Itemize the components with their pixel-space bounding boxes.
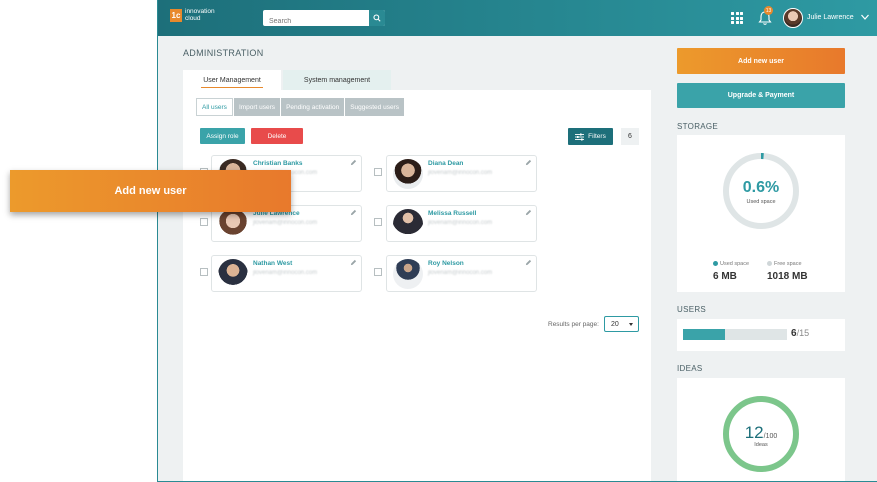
used-space-label: Used space bbox=[720, 261, 750, 267]
tab-system-management[interactable]: System management bbox=[283, 70, 391, 90]
user-card[interactable]: Nathan West jlovenam@innocon.com bbox=[211, 255, 362, 292]
subtab-suggested-users[interactable]: Suggested users bbox=[345, 98, 404, 116]
user-email: jlovenam@innocon.com bbox=[428, 220, 493, 226]
user-avatar[interactable] bbox=[783, 8, 803, 28]
main-tabs: User Management System management bbox=[183, 70, 391, 90]
current-user-name[interactable]: Julie Lawrence bbox=[807, 14, 854, 21]
search-input[interactable] bbox=[263, 13, 367, 30]
pencil-icon[interactable] bbox=[350, 159, 357, 166]
pencil-icon[interactable] bbox=[525, 209, 532, 216]
user-checkbox[interactable] bbox=[374, 168, 382, 176]
ideas-current: 12 bbox=[744, 423, 764, 442]
search-icon bbox=[373, 14, 381, 22]
ideas-total: /100 bbox=[763, 433, 778, 440]
storage-card: 0.6% Used space Used space 6 MB Free spa… bbox=[677, 135, 845, 292]
user-avatar bbox=[218, 259, 248, 289]
ideas-count: 12/100 bbox=[721, 423, 801, 443]
delete-button[interactable]: Delete bbox=[251, 128, 303, 144]
user-name[interactable]: Melissa Russell bbox=[428, 210, 476, 217]
results-per-page-select[interactable]: 20 bbox=[604, 316, 639, 332]
results-per-page-label: Results per page: bbox=[548, 321, 599, 328]
logo-text: innovation cloud bbox=[185, 8, 215, 22]
user-avatar bbox=[218, 209, 248, 239]
users-count: 6/15 bbox=[791, 328, 809, 339]
user-filter-tabs: All users Import users Pending activatio… bbox=[196, 98, 405, 116]
app-logo[interactable]: 1c innovation cloud bbox=[170, 8, 215, 22]
user-checkbox[interactable] bbox=[200, 268, 208, 276]
user-avatar bbox=[393, 159, 423, 189]
results-per-page-value: 20 bbox=[611, 320, 619, 328]
storage-heading: STORAGE bbox=[677, 122, 719, 131]
logo-mark: 1c bbox=[170, 9, 182, 22]
users-progress-fill bbox=[683, 329, 725, 340]
user-checkbox[interactable] bbox=[374, 268, 382, 276]
user-name[interactable]: Christian Banks bbox=[253, 160, 303, 167]
user-email: jlovenam@innocon.com bbox=[253, 270, 318, 276]
subtab-all-users[interactable]: All users bbox=[196, 98, 233, 116]
assign-role-button[interactable]: Assign role bbox=[200, 128, 245, 144]
user-checkbox[interactable] bbox=[200, 218, 208, 226]
used-dot bbox=[713, 261, 718, 267]
free-space-value: 1018 MB bbox=[767, 271, 808, 282]
free-space-legend: Free space bbox=[767, 261, 802, 267]
user-email: jlovenam@innocon.com bbox=[428, 170, 493, 176]
users-card: 6/15 bbox=[677, 319, 845, 351]
storage-caption: Used space bbox=[746, 199, 776, 205]
pencil-icon[interactable] bbox=[350, 209, 357, 216]
page-title: ADMINISTRATION bbox=[183, 48, 264, 58]
user-name[interactable]: Nathan West bbox=[253, 260, 292, 267]
storage-percent: 0.6% bbox=[742, 179, 780, 196]
app-window: 1c innovation cloud 13 Julie Lawrenc bbox=[157, 0, 877, 482]
user-checkbox[interactable] bbox=[374, 218, 382, 226]
add-new-user-callout[interactable]: Add new user bbox=[10, 170, 291, 212]
user-card[interactable]: Diana Dean jlovenam@innocon.com bbox=[386, 155, 537, 192]
user-card[interactable]: Melissa Russell jlovenam@innocon.com bbox=[386, 205, 537, 242]
user-avatar bbox=[393, 259, 423, 289]
user-name[interactable]: Roy Nelson bbox=[428, 260, 464, 267]
users-progress-track bbox=[683, 329, 787, 340]
user-management-panel: All users Import users Pending activatio… bbox=[183, 90, 651, 481]
upgrade-payment-button[interactable]: Upgrade & Payment bbox=[677, 83, 845, 108]
user-card[interactable]: Roy Nelson jlovenam@innocon.com bbox=[386, 255, 537, 292]
user-avatar bbox=[393, 209, 423, 239]
free-space-label: Free space bbox=[774, 261, 802, 267]
used-space-legend: Used space bbox=[713, 261, 749, 267]
free-dot bbox=[767, 261, 772, 267]
user-email: jlovenam@innocon.com bbox=[253, 220, 318, 226]
used-space-value: 6 MB bbox=[713, 271, 737, 282]
search-box bbox=[263, 10, 385, 30]
chevron-down-icon[interactable] bbox=[860, 12, 870, 22]
pencil-icon[interactable] bbox=[525, 259, 532, 266]
caret-down-icon bbox=[629, 323, 633, 326]
notification-badge: 13 bbox=[764, 6, 773, 15]
filters-button[interactable]: Filters bbox=[568, 128, 613, 145]
filters-label: Filters bbox=[588, 133, 606, 140]
add-new-user-button[interactable]: Add new user bbox=[677, 48, 845, 74]
users-heading: USERS bbox=[677, 305, 707, 314]
user-count: 6 bbox=[621, 128, 639, 145]
pencil-icon[interactable] bbox=[350, 259, 357, 266]
ideas-caption: Ideas bbox=[754, 442, 768, 448]
pencil-icon[interactable] bbox=[525, 159, 532, 166]
search-button[interactable] bbox=[369, 10, 385, 26]
ideas-card: 12/100 Ideas bbox=[677, 378, 845, 481]
subtab-pending-activation[interactable]: Pending activation bbox=[281, 98, 345, 116]
users-total: /15 bbox=[796, 328, 810, 338]
apps-grid-icon[interactable] bbox=[731, 12, 743, 24]
tab-user-management[interactable]: User Management bbox=[183, 70, 281, 90]
user-name[interactable]: Diana Dean bbox=[428, 160, 463, 167]
logo-line-2: cloud bbox=[185, 14, 201, 22]
sliders-icon bbox=[575, 133, 585, 140]
top-header: 1c innovation cloud 13 Julie Lawrenc bbox=[158, 0, 877, 36]
subtab-import-users[interactable]: Import users bbox=[233, 98, 281, 116]
user-email: jlovenam@innocon.com bbox=[428, 270, 493, 276]
ideas-heading: IDEAS bbox=[677, 364, 703, 373]
